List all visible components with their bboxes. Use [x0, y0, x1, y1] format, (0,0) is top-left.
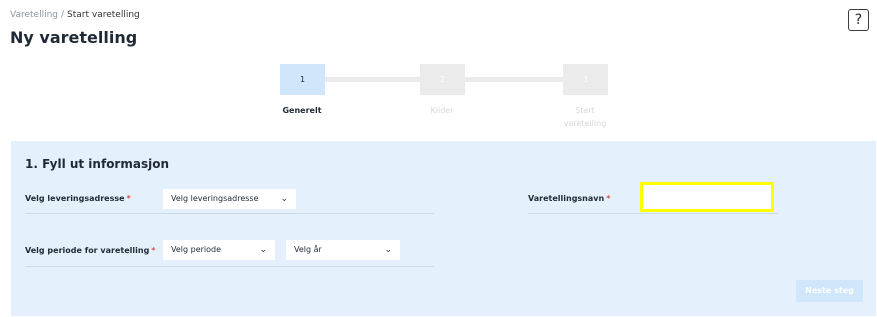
step-1-label: Generelt [282, 106, 322, 115]
delivery-address-label-text: Velg leveringsadresse [25, 194, 125, 203]
step-3-label: Start varetelling [563, 106, 607, 128]
required-asterisk: * [126, 194, 131, 203]
delivery-address-label: Velg leveringsadresse * [25, 194, 131, 203]
step-2-label: Kilder [430, 106, 454, 115]
period-select[interactable]: Velg periode ⌄ [163, 240, 275, 260]
required-asterisk: * [606, 194, 611, 203]
chevron-down-icon: ⌄ [384, 245, 392, 255]
delivery-address-select[interactable]: Velg leveringsadresse ⌄ [163, 189, 296, 209]
step-3-box: 3 [563, 64, 608, 95]
step-1-box[interactable]: 1 [280, 64, 325, 95]
year-select[interactable]: Velg år ⌄ [286, 240, 400, 260]
chevron-down-icon: ⌄ [259, 245, 267, 255]
period-label-text: Velg periode for varetelling [25, 246, 150, 255]
delivery-address-underline [25, 213, 434, 214]
chevron-down-icon: ⌄ [280, 194, 288, 204]
stepper: 1 2 3 Generelt Kilder Start varetelling [0, 0, 877, 140]
step-connector-2 [465, 77, 565, 82]
delivery-address-value: Velg leveringsadresse [171, 194, 259, 203]
section-title: 1. Fyll ut informasjon [25, 157, 169, 171]
count-name-label-text: Varetellingsnavn [528, 194, 605, 203]
count-name-input[interactable] [640, 182, 774, 212]
step-connector-1 [325, 77, 420, 82]
next-step-button[interactable]: Neste steg [796, 280, 863, 302]
form-panel: 1. Fyll ut informasjon Velg leveringsadr… [11, 141, 876, 316]
count-name-label: Varetellingsnavn * [528, 194, 610, 203]
step-2-box: 2 [420, 64, 465, 95]
period-label: Velg periode for varetelling * [25, 246, 155, 255]
required-asterisk: * [151, 246, 156, 255]
count-name-underline [528, 213, 778, 214]
year-value: Velg år [294, 245, 322, 254]
period-underline [25, 266, 434, 267]
period-value: Velg periode [171, 245, 222, 254]
